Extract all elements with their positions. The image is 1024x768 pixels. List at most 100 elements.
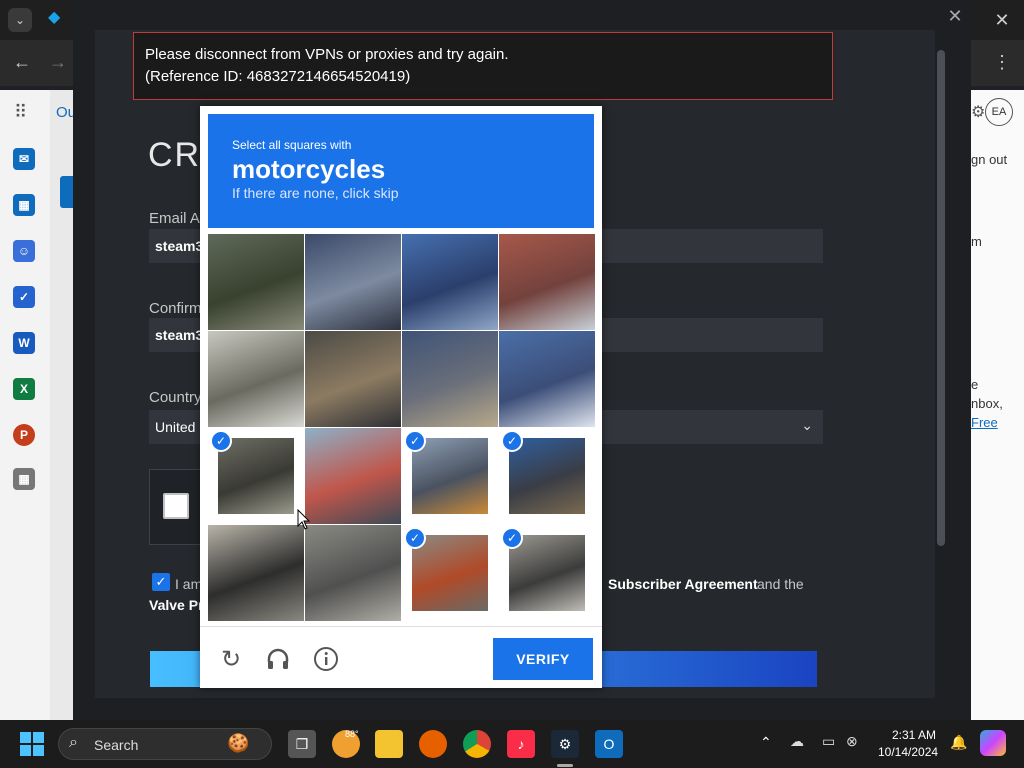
email-label: Email A (149, 210, 200, 227)
close-dialog-icon[interactable]: ✕ (945, 6, 965, 26)
mail-icon[interactable]: ✉ (13, 148, 35, 170)
email-value: steam3 (155, 238, 204, 254)
outlook-app-rail: ⠿ ✉ ▦ ☺ ✓ W X P ▦ (0, 90, 50, 720)
free-link[interactable]: Free (971, 415, 998, 430)
apple-music-icon[interactable]: ♪ (507, 730, 535, 758)
recaptcha-checkbox[interactable] (163, 493, 189, 519)
captcha-tile[interactable] (305, 234, 401, 330)
firefox-icon[interactable] (419, 730, 447, 758)
search-icon: ⌕ (69, 734, 78, 751)
captcha-tile[interactable] (305, 428, 401, 524)
tile-selected-check-icon: ✓ (404, 527, 426, 549)
start-button[interactable] (20, 732, 44, 756)
clock-time[interactable]: 2:31 AM (892, 728, 936, 742)
onedrive-icon[interactable]: ☁ (790, 733, 804, 750)
outlook-right-panel: ⚙ EA gn out m e nbox, Free (971, 90, 1024, 720)
new-mail-button[interactable] (60, 176, 74, 208)
taskbar: ⌕ Search 🍪 ❐ 88° ♪ ⚙ O ⌃ ☁ ▭ ⊗ 2:31 AM 1… (0, 720, 1024, 768)
captcha-tile-image (412, 535, 488, 611)
chrome-icon[interactable] (463, 730, 491, 758)
back-icon[interactable]: ← (10, 50, 34, 74)
captcha-tile[interactable] (402, 234, 498, 330)
copilot-icon[interactable] (980, 730, 1006, 756)
captcha-tile[interactable] (499, 331, 595, 427)
captcha-tile[interactable] (402, 331, 498, 427)
captcha-tile[interactable] (305, 331, 401, 427)
tab-list-button[interactable]: ⌄ (8, 8, 32, 32)
outlook-right-text: e (971, 377, 979, 392)
captcha-tile-image (208, 525, 304, 621)
captcha-tile-image (305, 331, 401, 427)
tile-selected-check-icon: ✓ (501, 527, 523, 549)
outlook-new-icon[interactable]: O (595, 730, 623, 758)
captcha-tile[interactable] (208, 525, 304, 621)
volume-muted-icon[interactable]: ⊗ (846, 733, 858, 750)
captcha-tile-image (509, 438, 585, 514)
captcha-tile[interactable]: ✓ (402, 525, 498, 621)
tile-selected-check-icon: ✓ (501, 430, 523, 452)
forward-icon[interactable]: → (46, 50, 70, 74)
reload-icon[interactable]: ↻ (216, 644, 246, 674)
word-icon[interactable]: W (13, 332, 35, 354)
file-explorer-icon[interactable] (375, 730, 403, 758)
search-placeholder: Search (94, 737, 139, 753)
outlook-right-text: m (971, 234, 982, 249)
challenge-footer: ↻ VERIFY (200, 626, 602, 688)
captcha-tile-image (218, 438, 294, 514)
excel-icon[interactable]: X (13, 378, 35, 400)
captcha-tile-image (208, 234, 304, 330)
task-view-icon[interactable]: ❐ (288, 730, 316, 758)
captcha-tile[interactable]: ✓ (208, 428, 304, 524)
agree-suffix-text: and the (757, 576, 804, 592)
captcha-tile-image (402, 331, 498, 427)
todo-icon[interactable]: ✓ (13, 286, 35, 308)
captcha-tile-image (499, 234, 595, 330)
image-grid: ✓ ✓ ✓ ✓ ✓ (208, 234, 595, 621)
show-hidden-icons[interactable]: ⌃ (760, 734, 772, 751)
captcha-tile-image (499, 331, 595, 427)
confirm-email-value: steam3 (155, 327, 204, 343)
audio-challenge-icon[interactable] (263, 644, 293, 674)
steam-icon[interactable]: ⚙ (551, 730, 579, 758)
challenge-header: Select all squares with motorcycles If t… (208, 114, 594, 228)
more-apps-icon[interactable]: ▦ (13, 468, 35, 490)
country-label: Country (149, 389, 202, 406)
mouse-cursor (297, 508, 311, 536)
scrollbar[interactable] (937, 50, 945, 546)
captcha-tile[interactable] (305, 525, 401, 621)
captcha-tile[interactable]: ✓ (499, 428, 595, 524)
agree-checkbox[interactable]: ✓ (152, 573, 170, 591)
search-highlight-icon: 🍪 (227, 733, 250, 753)
subscriber-agreement-link[interactable]: Subscriber Agreement (608, 576, 758, 592)
agree-text: I am (175, 576, 203, 592)
settings-gear-icon[interactable]: ⚙ (971, 102, 985, 122)
network-icon[interactable]: ▭ (822, 733, 835, 750)
app-logo-icon: ◆ (48, 9, 61, 26)
captcha-tile-image (305, 234, 401, 330)
verify-button[interactable]: VERIFY (493, 638, 593, 680)
clock-date[interactable]: 10/14/2024 (878, 745, 938, 759)
active-app-indicator (557, 764, 573, 767)
info-icon[interactable] (311, 644, 341, 674)
notifications-bell-icon[interactable]: 🔔 (950, 734, 967, 751)
apps-grid-icon[interactable]: ⠿ (14, 102, 34, 122)
people-icon[interactable]: ☺ (13, 240, 35, 262)
taskbar-search[interactable]: ⌕ Search 🍪 (58, 728, 272, 760)
tile-selected-check-icon: ✓ (404, 430, 426, 452)
captcha-tile-image (208, 331, 304, 427)
calendar-icon[interactable]: ▦ (13, 194, 35, 216)
captcha-tile[interactable] (208, 331, 304, 427)
powerpoint-icon[interactable]: P (13, 424, 35, 446)
captcha-tile[interactable]: ✓ (499, 525, 595, 621)
window-close-button[interactable]: ✕ (990, 8, 1014, 32)
captcha-tile[interactable] (499, 234, 595, 330)
challenge-target: motorcycles (232, 154, 386, 184)
valve-privacy-link[interactable]: Valve Pr (149, 597, 204, 613)
captcha-tile[interactable]: ✓ (402, 428, 498, 524)
outlook-right-text: nbox, (971, 396, 1003, 411)
challenge-hint: If there are none, click skip (232, 185, 399, 201)
browser-menu-icon[interactable]: ⋮ (990, 50, 1014, 74)
sign-out-link[interactable]: gn out (971, 152, 1007, 167)
avatar[interactable]: EA (985, 98, 1013, 126)
captcha-tile[interactable] (208, 234, 304, 330)
